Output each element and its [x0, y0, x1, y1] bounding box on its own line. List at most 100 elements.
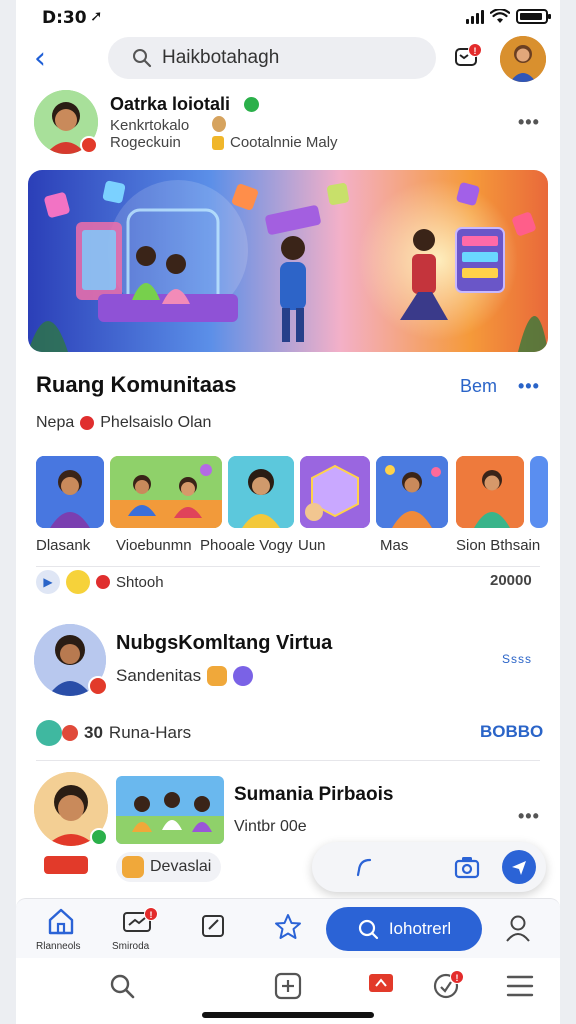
emoji-icon: [66, 570, 90, 594]
user-avatar-image: [500, 36, 546, 82]
post-author-shirt: [38, 846, 94, 884]
tab-home-label: Rlanneols: [36, 941, 81, 952]
notes-icon[interactable]: [200, 913, 228, 939]
community-thumb-3[interactable]: [228, 456, 294, 528]
reaction-icon: [62, 725, 78, 741]
divider: [36, 566, 540, 567]
top-bar: ‹ Haikbotahagh !: [16, 36, 560, 84]
add-icon[interactable]: [274, 972, 302, 1000]
sticker-icon: [207, 666, 228, 686]
community-count: 20000: [490, 572, 532, 589]
status-time: D:30: [42, 8, 87, 28]
live-icon: [80, 416, 95, 430]
edit-icon[interactable]: [354, 856, 376, 878]
community-thumb-7[interactable]: [530, 456, 548, 528]
community-thumb-label: Uun: [298, 537, 326, 554]
post-image-illustration: [116, 776, 224, 844]
profile-status-badge: [80, 136, 98, 154]
tab-messages-label: Smiroda: [112, 941, 150, 952]
profile-icon[interactable]: [504, 913, 532, 943]
community-see-more-link[interactable]: Bem: [460, 376, 497, 397]
community-subtitle-a: Nepa: [36, 414, 75, 431]
video-icon[interactable]: [368, 972, 394, 994]
star-icon[interactable]: [274, 913, 302, 941]
community-thumb-1[interactable]: [36, 456, 104, 528]
post-subtitle-row: Sandenitas: [116, 666, 254, 686]
floating-action-bar: [312, 842, 546, 892]
messages-badge: !: [144, 907, 158, 921]
cellular-signal-icon: [466, 9, 484, 24]
send-icon: [512, 861, 526, 875]
user-avatar[interactable]: [500, 36, 546, 82]
award-icon: [212, 116, 226, 132]
send-button[interactable]: [502, 850, 536, 884]
post-status-badge: [88, 676, 108, 696]
tab-bar: Rlanneols ! Smiroda Iohotrerl: [16, 898, 560, 958]
community-thumb-image: [300, 456, 370, 528]
post-title: Sumania Pirbaois: [234, 784, 394, 805]
post-chip-label: Devaslai: [150, 858, 212, 875]
post-subtitle: Vintbr 00e: [234, 818, 307, 835]
primary-cta-label: Iohotrerl: [388, 919, 452, 938]
community-footer: ▶ Shtooh: [36, 570, 164, 594]
wifi-icon: [490, 9, 510, 23]
community-thumb-image: [36, 456, 104, 528]
community-more-icon[interactable]: •••: [518, 376, 540, 397]
community-thumb-image: [228, 456, 294, 528]
profile-location: Rogeckuin: [110, 134, 181, 151]
online-status-icon: [90, 828, 108, 846]
community-thumb-image: [110, 456, 222, 528]
menu-icon[interactable]: [506, 974, 534, 998]
tab-messages[interactable]: !: [122, 907, 158, 940]
location-arrow-icon: ➚: [90, 8, 103, 25]
hero-banner[interactable]: [28, 170, 548, 352]
post-reaction-count: 30: [84, 723, 103, 742]
community-footer-text: Shtooh: [116, 573, 164, 591]
play-icon[interactable]: ▶: [36, 570, 60, 594]
post-title: NubgsKomltang Virtua: [116, 632, 333, 654]
notification-badge: !: [468, 43, 482, 57]
post-more-icon[interactable]: •••: [518, 806, 540, 827]
profile-more-icon[interactable]: •••: [518, 112, 540, 133]
post-subtitle: Sandenitas: [116, 666, 202, 685]
post-meta[interactable]: Ssss: [502, 652, 532, 666]
community-thumb-4[interactable]: [300, 456, 370, 528]
post-chip[interactable]: Devaslai: [116, 852, 222, 882]
hero-illustration: [28, 170, 548, 352]
community-thumb-5[interactable]: [376, 456, 448, 528]
tab-home[interactable]: [46, 907, 76, 940]
search-icon: [358, 919, 378, 940]
folder-icon: [122, 856, 144, 878]
search-bar[interactable]: Haikbotahagh: [108, 37, 436, 79]
community-subtitle-b: Phelsaislo Olan: [100, 414, 212, 431]
post-footer-text: Runa-Hars: [108, 723, 192, 742]
profile-affiliation: Cootalnnie Maly: [230, 134, 338, 151]
community-subtitle: Nepa Phelsaislo Olan: [36, 414, 211, 432]
notifications-button[interactable]: !: [452, 41, 486, 75]
activity-button[interactable]: !: [432, 970, 464, 1005]
sticker-icon: [233, 666, 254, 686]
home-indicator: [202, 1012, 374, 1018]
search-icon[interactable]: [108, 972, 136, 1000]
medal-icon: [212, 136, 224, 150]
back-arrow-icon[interactable]: ‹: [34, 44, 46, 74]
status-bar: D:30 ➚: [16, 0, 560, 36]
post-footer-count[interactable]: BOBBO: [480, 722, 543, 742]
verified-icon: [244, 97, 259, 112]
camera-icon[interactable]: [454, 855, 480, 879]
shirt-graphic: [38, 846, 94, 884]
divider: [36, 760, 540, 761]
home-icon: [48, 908, 74, 935]
search-icon: [133, 49, 152, 68]
post-image[interactable]: [116, 776, 224, 844]
community-thumb-label: Sion Bthsain: [456, 537, 541, 554]
community-title: Ruang Komunitaas: [36, 372, 237, 397]
live-icon: [96, 575, 110, 589]
community-thumb-image: [376, 456, 448, 528]
community-thumb-6[interactable]: [456, 456, 524, 528]
profile-subtitle: Kenkrtokalo: [110, 117, 190, 134]
community-thumb-2[interactable]: [110, 456, 222, 528]
search-text: Haikbotahagh: [162, 47, 280, 68]
primary-cta-button[interactable]: Iohotrerl: [326, 907, 482, 951]
community-thumb-label: Phooale Vogy: [200, 537, 293, 554]
